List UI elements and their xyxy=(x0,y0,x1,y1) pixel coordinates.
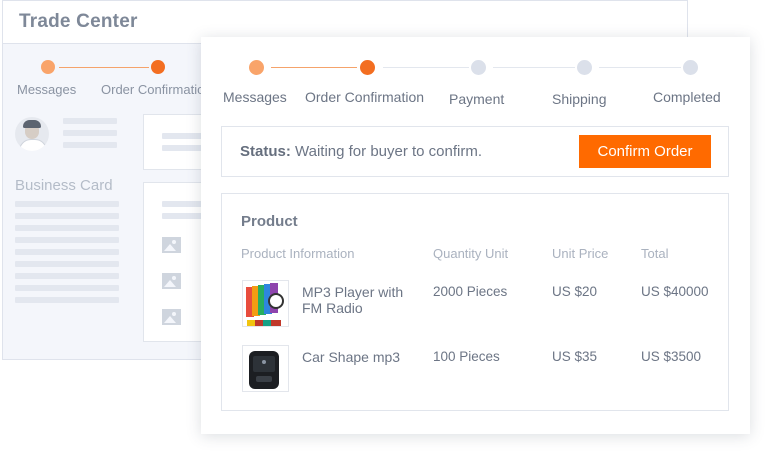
placeholder-bar xyxy=(63,142,117,148)
step-label-shipping: Shipping xyxy=(552,91,607,107)
order-card: Messages Order Confirmation Payment Ship… xyxy=(201,37,750,434)
step-dot-completed xyxy=(683,60,698,75)
product-total: US $40000 xyxy=(641,284,709,299)
car-mp3-player-icon xyxy=(242,345,289,392)
avatar xyxy=(15,117,49,151)
background-step-line xyxy=(59,67,149,68)
image-placeholder-icon xyxy=(162,309,181,325)
product-quantity: 100 Pieces xyxy=(433,349,500,364)
column-header-product-information: Product Information xyxy=(241,246,355,261)
product-unit-price: US $35 xyxy=(552,349,598,364)
step-connector xyxy=(493,67,575,68)
product-unit-price: US $20 xyxy=(552,284,598,299)
background-step-dot-messages xyxy=(41,60,55,74)
step-label-order-confirmation: Order Confirmation xyxy=(305,89,425,105)
product-name: Car Shape mp3 xyxy=(302,349,401,365)
step-connector xyxy=(383,67,469,68)
step-connector-done xyxy=(271,67,357,68)
image-placeholder-icon xyxy=(162,237,181,253)
step-dot-payment xyxy=(471,60,486,75)
table-row[interactable]: MP3 Player with FM Radio 2000 Pieces US … xyxy=(222,280,728,330)
step-dot-order-confirmation xyxy=(360,60,375,75)
product-name: MP3 Player with FM Radio xyxy=(302,284,404,316)
product-total: US $3500 xyxy=(641,349,702,364)
step-connector xyxy=(599,67,681,68)
column-header-total: Total xyxy=(641,246,669,261)
status-label: Status: xyxy=(240,143,291,160)
step-dot-messages xyxy=(249,60,264,75)
product-quantity: 2000 Pieces xyxy=(433,284,508,299)
placeholder-bar xyxy=(63,118,117,124)
step-dot-shipping xyxy=(577,60,592,75)
step-label-completed: Completed xyxy=(653,89,721,105)
background-step-dot-order xyxy=(151,60,165,74)
background-step-label-messages: Messages xyxy=(17,82,77,97)
status-text: Status: Waiting for buyer to confirm. xyxy=(240,143,482,160)
column-header-quantity-unit: Quantity Unit xyxy=(433,246,509,261)
table-row[interactable]: Car Shape mp3 100 Pieces US $35 US $3500 xyxy=(222,345,728,395)
confirm-order-button[interactable]: Confirm Order xyxy=(579,135,711,168)
mp3-player-stack-icon xyxy=(242,280,289,327)
step-label-payment: Payment xyxy=(449,91,505,107)
background-step-label-order: Order Confirmation xyxy=(101,82,212,97)
product-section-title: Product xyxy=(241,213,298,230)
placeholder-bar xyxy=(63,130,117,136)
step-label-messages: Messages xyxy=(223,89,287,105)
status-panel: Status: Waiting for buyer to confirm. Co… xyxy=(221,126,729,177)
background-window-title: Trade Center xyxy=(19,11,138,32)
business-card-label: Business Card xyxy=(15,177,113,194)
column-header-unit-price: Unit Price xyxy=(552,246,609,261)
image-placeholder-icon xyxy=(162,273,181,289)
status-value: Waiting for buyer to confirm. xyxy=(295,143,483,160)
product-panel: Product Product Information Quantity Uni… xyxy=(221,193,729,411)
